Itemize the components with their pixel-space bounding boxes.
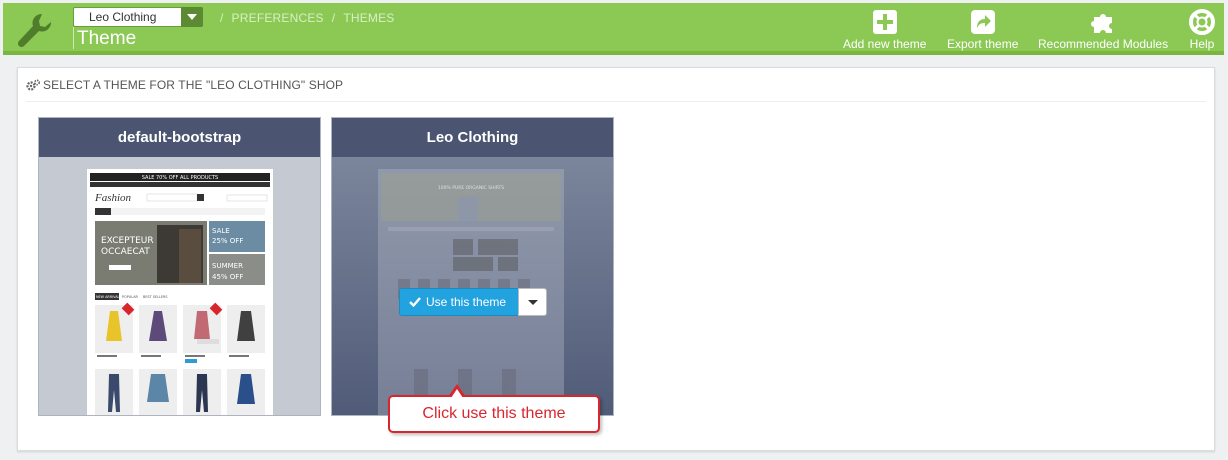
theme-panel: SELECT A THEME FOR THE "LEO CLOTHING" SH…: [17, 67, 1215, 451]
theme-preview-image: SALE 70% OFF ALL PRODUCTS Fashion EXCEPT…: [87, 169, 273, 415]
add-new-theme-label: Add new theme: [843, 37, 927, 51]
preview-tab-2: POPULAR: [122, 295, 139, 299]
theme-card-leo-clothing[interactable]: Leo Clothing 100% PURE ORGANIC SHIRTS Us…: [331, 117, 614, 416]
preview-hero-2: OCCAECAT: [101, 247, 150, 257]
preview-promo-2b: 45% OFF: [212, 273, 243, 281]
chevron-down-icon[interactable]: [518, 288, 547, 316]
share-icon: [970, 10, 995, 34]
help-button[interactable]: Help: [1189, 9, 1215, 51]
use-this-theme-label: Use this theme: [426, 295, 507, 309]
export-theme-button[interactable]: Export theme: [947, 9, 1018, 51]
preview-logo: Fashion: [94, 192, 132, 204]
breadcrumb-themes[interactable]: THEMES: [343, 11, 394, 25]
page-title: Theme: [77, 28, 137, 49]
header-bar: Leo Clothing / PREFERENCES / THEMES Theme A…: [3, 3, 1224, 55]
use-this-theme-button[interactable]: Use this theme: [399, 288, 547, 316]
divider: [26, 101, 1206, 102]
puzzle-icon: [1091, 14, 1113, 33]
preview-tab-1: NEW ARRIVALS: [96, 295, 122, 299]
theme-name: default-bootstrap: [39, 118, 320, 157]
callout-pointer-inner: [451, 389, 463, 398]
preview-promo-1b: 25% OFF: [212, 237, 243, 245]
check-icon: [409, 297, 421, 307]
shop-selector[interactable]: Leo Clothing: [73, 7, 203, 27]
export-theme-label: Export theme: [947, 37, 1019, 51]
panel-heading-text: SELECT A THEME FOR THE "LEO CLOTHING" SH…: [43, 78, 344, 92]
preview-banner: 100% PURE ORGANIC SHIRTS: [438, 185, 504, 191]
default-bootstrap-screenshot: SALE 70% OFF ALL PRODUCTS Fashion EXCEPT…: [87, 169, 273, 415]
add-new-theme-button[interactable]: Add new theme: [843, 9, 926, 51]
panel-heading: SELECT A THEME FOR THE "LEO CLOTHING" SH…: [26, 78, 343, 92]
recommended-modules-button[interactable]: Recommended Modules: [1038, 9, 1168, 51]
divider: [73, 27, 74, 49]
callout-annotation: Click use this theme: [388, 395, 600, 433]
wrench-icon: [17, 13, 51, 48]
breadcrumb-preferences[interactable]: PREFERENCES: [232, 11, 324, 25]
preview-promo-2a: SUMMER: [212, 262, 243, 270]
breadcrumb: / PREFERENCES / THEMES: [220, 11, 395, 25]
theme-name: Leo Clothing: [332, 118, 613, 157]
help-label: Help: [1189, 37, 1215, 51]
theme-card-default-bootstrap[interactable]: default-bootstrap SALE 70% OFF ALL PRODU…: [38, 117, 321, 416]
chevron-down-icon[interactable]: [181, 7, 203, 27]
preview-hero-1: EXCEPTEUR: [101, 236, 154, 246]
preview-banner: SALE 70% OFF ALL PRODUCTS: [142, 175, 218, 181]
shop-selector-value: Leo Clothing: [89, 10, 157, 24]
plus-square-icon: [872, 10, 897, 34]
preview-tab-3: BEST SELLERS: [143, 295, 168, 299]
recommended-modules-label: Recommended Modules: [1038, 37, 1169, 51]
lifebuoy-icon: [1189, 9, 1215, 35]
gears-icon: [26, 79, 40, 91]
preview-promo-1a: SALE: [212, 227, 230, 235]
